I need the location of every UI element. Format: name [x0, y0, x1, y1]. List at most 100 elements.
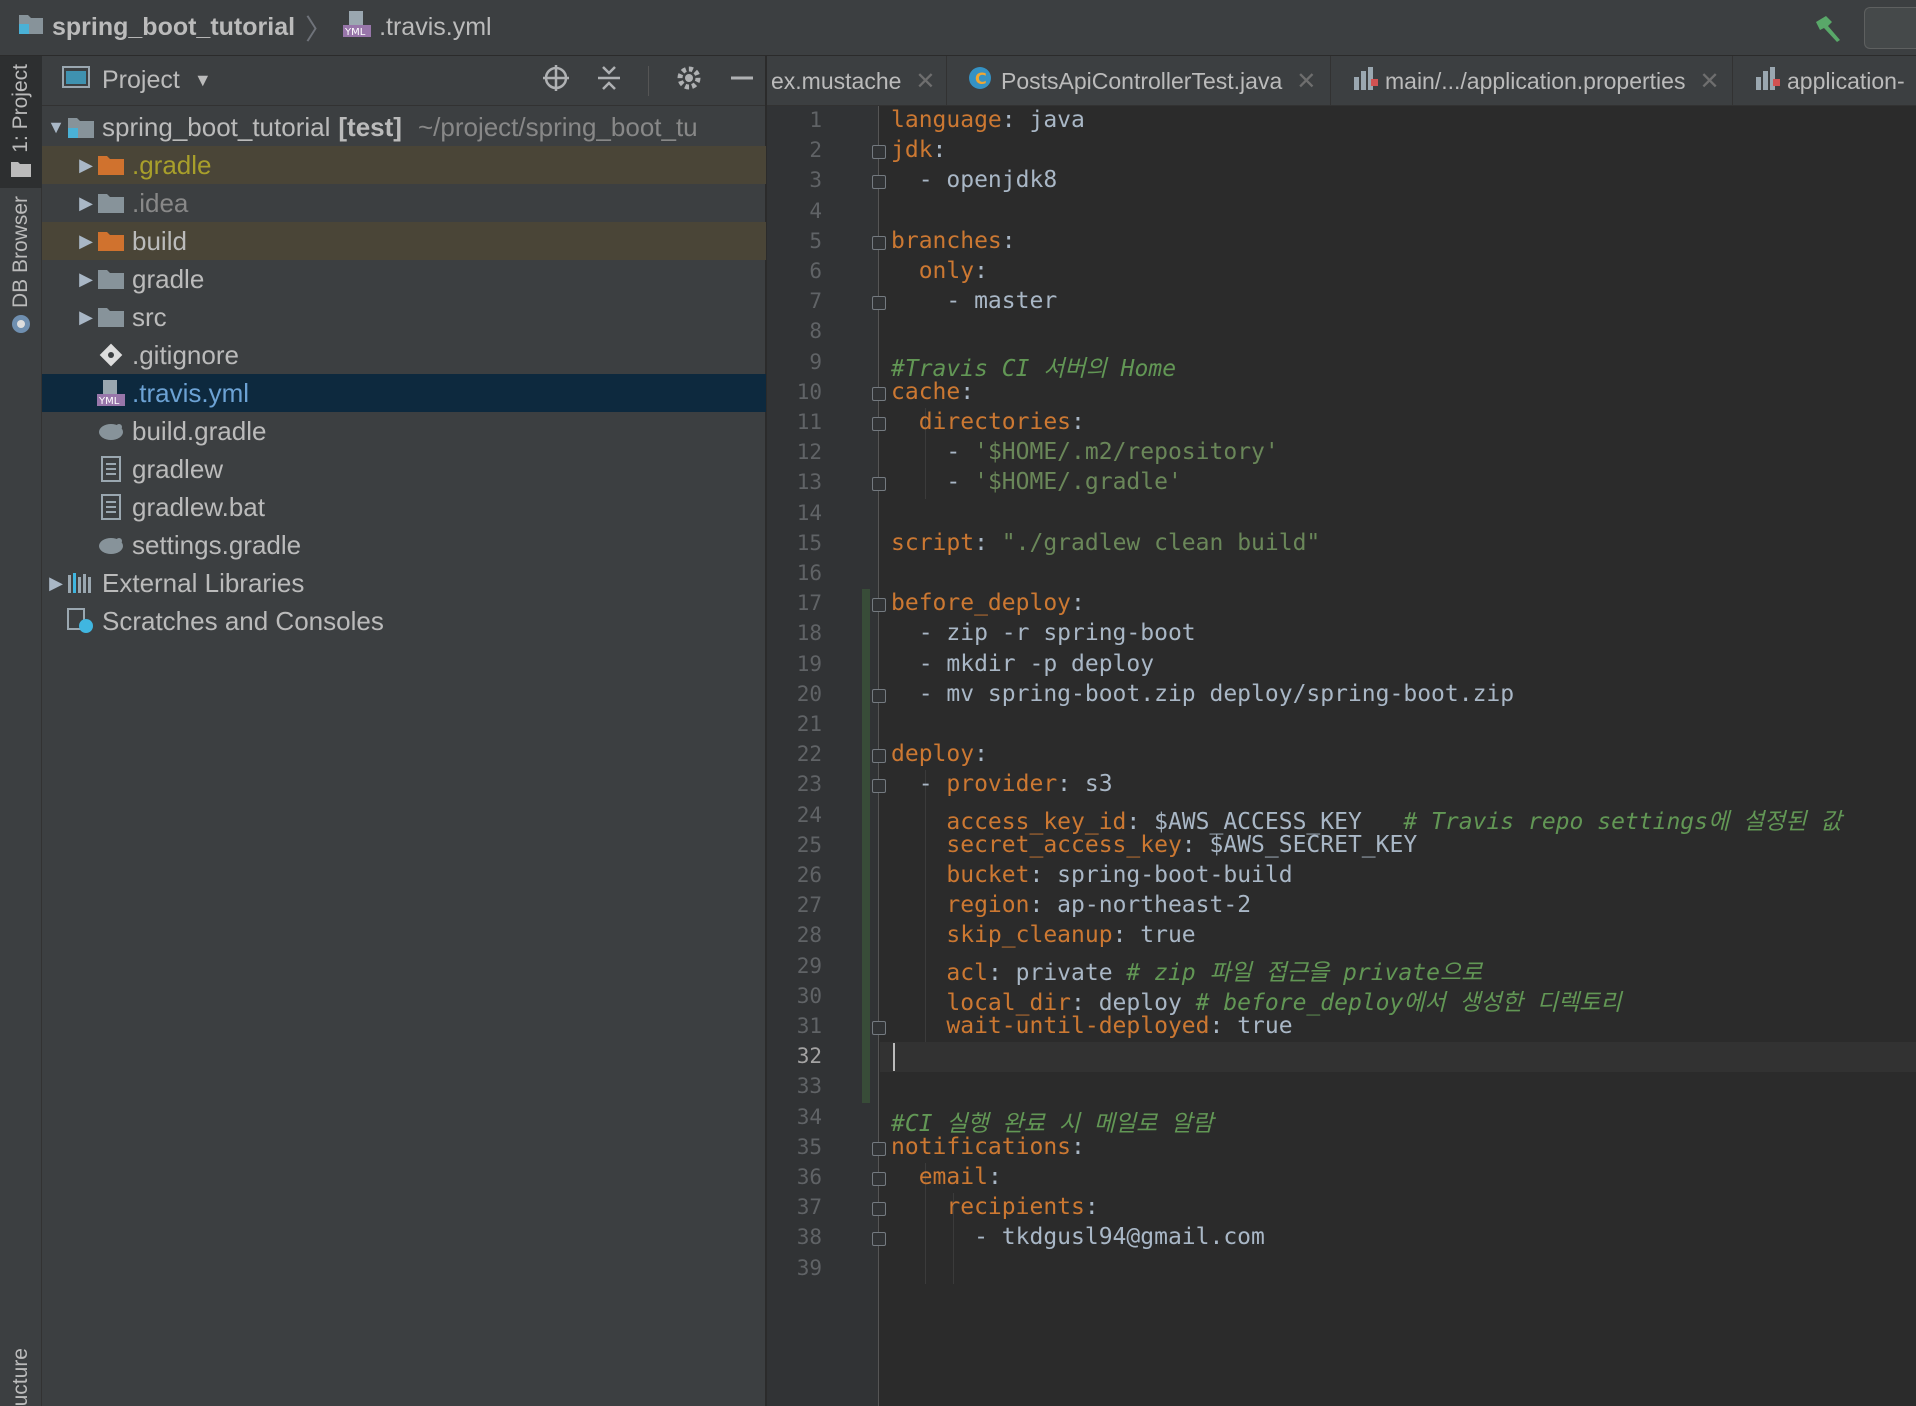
fold-marker-icon[interactable]	[872, 1202, 886, 1217]
tree-root-project[interactable]: ▼ spring_boot_tutorial [test] ~/project/…	[42, 108, 766, 146]
fold-marker-icon[interactable]	[872, 1172, 886, 1186]
editor-tab[interactable]: C PostsApiControllerTest.java ✕	[947, 56, 1331, 105]
code-line: secret_access_key: $AWS_SECRET_KEY	[891, 832, 1417, 858]
yaml-key: recipients	[946, 1194, 1085, 1221]
expand-arrow-icon[interactable]: ▶	[76, 231, 96, 252]
close-icon[interactable]: ✕	[1296, 67, 1316, 96]
yaml-key: cache	[891, 378, 961, 405]
yaml-key: access_key_id	[946, 808, 1127, 835]
toolbar-divider	[648, 66, 649, 96]
tree-item[interactable]: ▶ .gradle	[42, 146, 766, 184]
editor-tab[interactable]: application-	[1733, 56, 1916, 105]
plain-text: :	[974, 741, 988, 768]
plain-text: -	[891, 771, 947, 798]
structure-tool-button[interactable]: ucture	[0, 1286, 42, 1406]
tree-item-label: Scratches and Consoles	[102, 605, 384, 636]
code-line: #CI 실행 완료 시 메일로 알람	[891, 1104, 1213, 1138]
line-number: 24	[796, 802, 822, 827]
code-line: deploy:	[891, 741, 988, 767]
plain-text: :	[1071, 1133, 1085, 1160]
fold-marker-icon[interactable]	[872, 417, 886, 431]
fold-marker-icon[interactable]	[872, 175, 886, 190]
tree-item[interactable]: settings.gradle	[42, 526, 766, 564]
editor-tab[interactable]: ex.mustache ✕	[767, 56, 947, 105]
module-folder-icon	[66, 114, 96, 140]
comment: # before_deploy에서 생성한 디렉토리	[1195, 989, 1622, 1016]
line-number: 30	[796, 983, 822, 1008]
fold-marker-icon[interactable]	[872, 386, 886, 401]
expand-arrow-icon[interactable]: ▶	[76, 307, 96, 328]
expand-arrow-icon[interactable]: ▶	[76, 269, 96, 290]
editor-tab[interactable]: main/.../application.properties ✕	[1331, 56, 1733, 105]
close-icon[interactable]: ✕	[915, 67, 935, 96]
tab-label: main/.../application.properties	[1385, 67, 1686, 94]
collapse-all-icon[interactable]	[596, 64, 622, 99]
yaml-key: jdk	[891, 137, 933, 164]
tree-item[interactable]: gradlew.bat	[42, 488, 766, 526]
code-line: - '$HOME/.gradle'	[891, 469, 1181, 495]
plain-text: - master	[891, 288, 1058, 315]
svg-text:C: C	[975, 69, 987, 88]
tree-item[interactable]: Scratches and Consoles	[42, 602, 766, 640]
structure-label: ucture	[9, 1347, 32, 1406]
fold-marker-icon[interactable]	[872, 1141, 886, 1156]
fold-marker-icon[interactable]	[872, 235, 886, 250]
fold-marker-icon[interactable]	[872, 1232, 886, 1247]
line-number: 11	[796, 410, 822, 434]
tree-item[interactable]: .gitignore	[42, 336, 766, 374]
minimize-icon[interactable]	[729, 64, 755, 99]
plain-text: :	[1001, 227, 1016, 254]
breadcrumb-file[interactable]: YML .travis.yml	[343, 11, 492, 44]
project-tool-button[interactable]: 1: Project	[0, 56, 42, 188]
text-file-icon	[96, 456, 126, 482]
run-configuration-selector[interactable]	[1864, 7, 1916, 49]
expand-arrow-icon[interactable]: ▶	[76, 155, 96, 176]
fold-marker-icon[interactable]	[872, 145, 886, 160]
text-file-icon	[96, 494, 126, 520]
fold-marker-icon[interactable]	[872, 688, 886, 703]
code-line: - zip -r spring-boot	[891, 620, 1196, 646]
tree-item[interactable]: ▶ gradle	[42, 260, 766, 298]
expand-arrow-icon[interactable]: ▼	[46, 117, 66, 138]
tree-item[interactable]: ▶ .idea	[42, 184, 766, 222]
expand-arrow-icon[interactable]: ▶	[76, 193, 96, 214]
tab-label: ex.mustache	[771, 67, 902, 94]
breadcrumb-project[interactable]: spring_boot_tutorial	[18, 12, 295, 43]
project-view-icon	[62, 66, 90, 95]
plain-text	[891, 258, 919, 284]
code-editor[interactable]: 1 2 3 4 5 6 7 8 9 10 11 12 13 14 15 16 17 18 19 20 21 22 23 24 2…	[767, 106, 1916, 1406]
tab-label: application-	[1787, 67, 1905, 94]
line-number: 16	[796, 561, 822, 585]
code-line: acl: private # zip 파일 접근을 private으로	[891, 953, 1482, 987]
fold-marker-icon[interactable]	[872, 749, 886, 764]
close-icon[interactable]: ✕	[1699, 67, 1719, 96]
plain-text: - openjdk8	[891, 167, 1058, 194]
locate-target-icon[interactable]	[542, 64, 570, 99]
tree-item[interactable]: ▶ build	[42, 222, 766, 260]
project-view-selector[interactable]: Project	[102, 66, 180, 95]
comment: #CI 실행 완료 시 메일로 알람	[891, 1110, 1214, 1137]
line-number: 20	[796, 681, 822, 706]
code-line: only:	[891, 258, 988, 284]
line-number: 27	[796, 893, 822, 918]
fold-marker-icon[interactable]	[872, 1021, 886, 1035]
fold-marker-icon[interactable]	[872, 598, 886, 613]
tree-item[interactable]: ▶ External Libraries	[42, 564, 766, 602]
tree-item[interactable]: ▶ src	[42, 298, 766, 336]
line-number: 8	[809, 319, 822, 344]
fold-marker-icon[interactable]	[872, 779, 886, 794]
fold-marker-icon[interactable]	[872, 477, 886, 492]
line-number: 35	[796, 1134, 822, 1159]
tab-label: PostsApiControllerTest.java	[1001, 67, 1283, 94]
tree-item-selected[interactable]: YML .travis.yml	[42, 374, 766, 412]
expand-arrow-icon[interactable]: ▶	[46, 573, 66, 594]
db-browser-tool-button[interactable]: DB Browser	[0, 196, 42, 346]
tree-item[interactable]: build.gradle	[42, 412, 766, 450]
fold-marker-icon[interactable]	[872, 296, 886, 311]
build-hammer-icon[interactable]	[1810, 10, 1846, 46]
chevron-down-icon[interactable]: ▼	[194, 70, 212, 91]
gear-icon[interactable]	[675, 64, 703, 99]
code-line: notifications:	[891, 1134, 1085, 1160]
code-line: recipients:	[891, 1194, 1098, 1221]
tree-item[interactable]: gradlew	[42, 450, 766, 488]
